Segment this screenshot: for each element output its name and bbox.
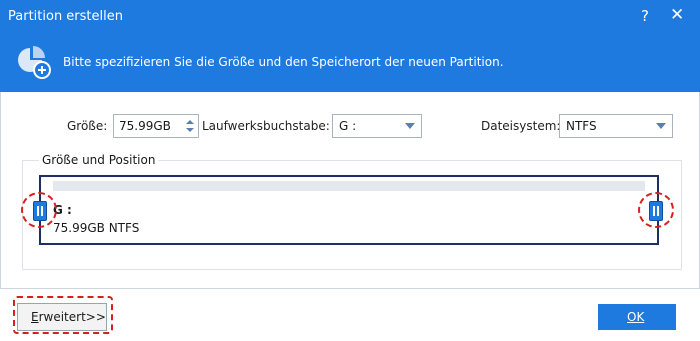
- title-bar: Partition erstellen ? ✕: [0, 0, 700, 34]
- header-message: Bitte spezifizieren Sie die Größe und de…: [63, 55, 504, 69]
- drive-letter-value: G :: [339, 119, 357, 133]
- filesystem-value: NTFS: [566, 119, 597, 133]
- window-title: Partition erstellen: [8, 9, 123, 24]
- left-handle-highlight: [21, 192, 57, 228]
- ok-label: OK: [627, 310, 644, 324]
- dialog-header: Bitte spezifizieren Sie die Größe und de…: [0, 34, 700, 92]
- close-icon[interactable]: ✕: [670, 5, 684, 25]
- chevron-down-icon: [405, 123, 415, 129]
- filesystem-select[interactable]: NTFS: [559, 114, 673, 138]
- right-handle-highlight: [638, 192, 674, 228]
- advanced-highlight: [13, 296, 113, 334]
- group-label: Größe und Position: [39, 153, 159, 167]
- ok-text: OK: [627, 310, 645, 324]
- filesystem-label: Dateisystem:: [481, 119, 561, 133]
- size-value: 75.99GB: [119, 119, 171, 133]
- partition-usage-bar: [53, 181, 645, 191]
- size-label: Größe:: [67, 119, 108, 133]
- drive-letter-select[interactable]: G :: [332, 114, 422, 138]
- chevron-down-icon: [656, 123, 666, 129]
- drive-letter-label: Laufwerksbuchstabe:: [202, 119, 330, 133]
- size-stepper[interactable]: 75.99GB: [113, 114, 199, 138]
- dialog-body: Größe: 75.99GB Laufwerksbuchstabe: G : D…: [0, 92, 700, 288]
- partition-block[interactable]: G : 75.99GB NTFS: [39, 175, 659, 245]
- stepper-arrows-icon[interactable]: [184, 117, 196, 135]
- partition-info: 75.99GB NTFS: [53, 221, 140, 235]
- dialog-footer: Erweitert>> OK: [0, 288, 700, 341]
- help-icon[interactable]: ?: [641, 7, 649, 25]
- ok-button[interactable]: OK: [598, 304, 676, 330]
- partition-add-icon: [18, 46, 51, 79]
